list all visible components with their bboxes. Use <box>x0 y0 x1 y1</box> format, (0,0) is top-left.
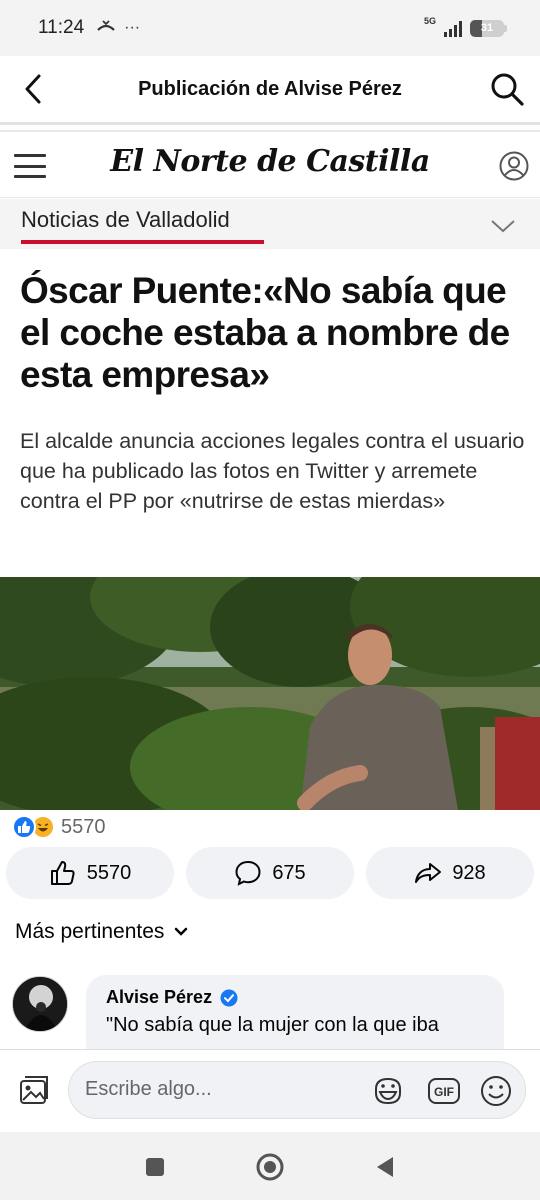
more-notifications: ··· <box>124 19 141 36</box>
post-image[interactable]: El Norte de Castilla Noticias de Vallado… <box>0 122 540 810</box>
search-icon <box>491 73 524 106</box>
comment-input-placeholder: Escribe algo... <box>85 1078 212 1100</box>
section-bar: Noticias de Valladolid <box>0 199 540 249</box>
section-label: Noticias de Valladolid <box>21 207 230 232</box>
reaction-count: 5570 <box>61 815 106 838</box>
status-time: 11:24 <box>38 17 85 38</box>
comment-sort-dropdown[interactable]: Más pertinentes <box>15 920 188 944</box>
post-actions: 5570 675 928 <box>6 847 534 899</box>
gif-icon[interactable]: GIF <box>427 1074 461 1108</box>
status-bar: 11:24 ··· 5G 31 <box>0 0 540 56</box>
share-arrow-icon <box>415 863 442 883</box>
comment-item: Alvise Pérez "No sabía que la mujer con … <box>12 975 532 1049</box>
sticker-icon[interactable] <box>371 1074 405 1108</box>
share-button[interactable]: 928 <box>366 847 534 899</box>
sort-label: Más pertinentes <box>15 920 165 943</box>
battery-icon: 31 <box>470 19 507 37</box>
comment-text: "No sabía que la mujer con la que iba <box>106 1014 439 1036</box>
back-button[interactable] <box>0 56 66 122</box>
share-count: 928 <box>452 861 486 884</box>
network-type: 5G <box>423 16 436 26</box>
photo-icon[interactable] <box>16 1072 52 1108</box>
back-arrow-icon <box>25 74 41 104</box>
missed-call-icon <box>96 19 116 38</box>
comment-button[interactable]: 675 <box>186 847 354 899</box>
reactions-summary[interactable]: 5570 <box>12 814 106 840</box>
search-button[interactable] <box>474 56 540 122</box>
page-title: Publicación de Alvise Pérez <box>138 77 402 100</box>
comment-composer: Escribe algo... GIF <box>0 1050 540 1132</box>
article-headline: Óscar Puente:«No sabía que el coche esta… <box>20 270 510 395</box>
like-count: 5570 <box>86 861 132 884</box>
newspaper-logo: El Norte de Castilla <box>110 144 430 179</box>
comment-icon <box>235 860 261 886</box>
system-navigation-bar <box>0 1132 540 1200</box>
user-account-icon <box>498 150 530 182</box>
chevron-down-icon <box>490 213 516 239</box>
article-photo <box>0 577 540 810</box>
chevron-down-icon <box>175 927 188 936</box>
verified-badge-icon <box>220 989 238 1006</box>
emoji-icon[interactable] <box>479 1074 513 1108</box>
signal-icon <box>444 19 462 37</box>
like-button[interactable]: 5570 <box>6 847 174 899</box>
square-icon <box>146 1158 164 1176</box>
comment-author[interactable]: Alvise Pérez <box>106 987 212 1008</box>
home-circle-icon <box>256 1153 284 1181</box>
home-button[interactable] <box>255 1152 285 1182</box>
comment-count: 675 <box>272 861 306 884</box>
thumbs-up-icon <box>50 861 75 885</box>
avatar[interactable] <box>12 976 68 1032</box>
comment-input[interactable]: Escribe algo... GIF <box>68 1061 526 1119</box>
article-subheadline: El alcalde anuncia acciones legales cont… <box>20 429 525 513</box>
battery-level: 31 <box>480 22 494 34</box>
back-nav-button[interactable] <box>370 1152 400 1182</box>
newspaper-header: El Norte de Castilla <box>0 134 540 198</box>
recent-apps-button[interactable] <box>140 1152 170 1182</box>
comment-bubble[interactable]: Alvise Pérez "No sabía que la mujer con … <box>86 975 504 1049</box>
triangle-back-icon <box>377 1157 393 1177</box>
svg-text:GIF: GIF <box>434 1085 454 1099</box>
like-icon <box>12 815 36 839</box>
app-header: Publicación de Alvise Pérez <box>0 56 540 122</box>
